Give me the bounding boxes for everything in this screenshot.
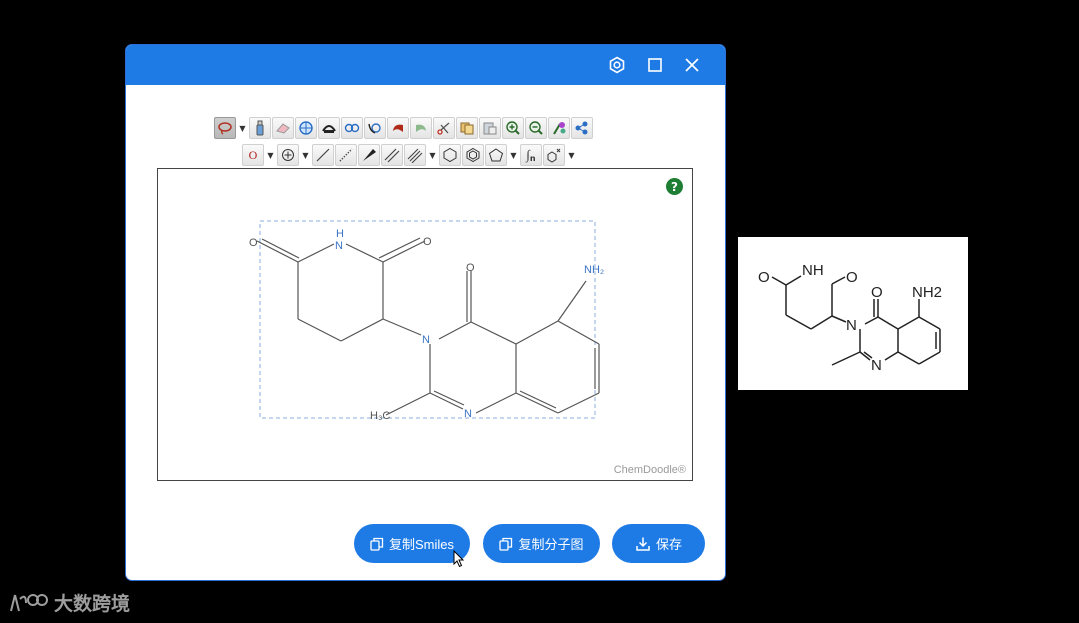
atom-label-text: O <box>248 147 258 162</box>
atom-label-button[interactable]: O <box>242 144 264 166</box>
undo-icon[interactable] <box>387 117 409 139</box>
rotate-right-icon[interactable] <box>364 117 386 139</box>
preview-atom-n3: N <box>846 317 857 334</box>
lasso-dropdown-icon[interactable]: ▼ <box>237 117 248 139</box>
cyclopentane-icon[interactable] <box>485 144 507 166</box>
atom-nh: N <box>335 240 343 252</box>
download-icon <box>636 537 650 551</box>
clean-icon[interactable] <box>548 117 570 139</box>
preview-atom-nh: NH <box>802 262 824 279</box>
rotate-left-icon[interactable] <box>341 117 363 139</box>
molecule-preview: O NH O O NH2 N N <box>738 237 968 390</box>
label-icon[interactable] <box>543 144 565 166</box>
drawing-canvas[interactable]: ? O N H O N O N NH₂ H₃C ChemDoodle® <box>157 168 693 481</box>
preview-atom-o1: O <box>758 269 770 286</box>
logo-icon <box>10 593 48 611</box>
label-dropdown-icon[interactable]: ▼ <box>566 144 577 166</box>
maximize-icon[interactable] <box>641 51 669 79</box>
toolbar-row-1: ▼ <box>214 117 593 139</box>
atom-h: H <box>336 228 344 240</box>
atom-o1: O <box>249 237 258 249</box>
zoom-in-icon[interactable] <box>502 117 524 139</box>
title-bar <box>126 45 725 85</box>
copy-image-button[interactable]: 复制分子图 <box>483 524 600 563</box>
dashed-bond-icon[interactable] <box>335 144 357 166</box>
triple-bond-icon[interactable] <box>404 144 426 166</box>
settings-icon[interactable] <box>603 51 631 79</box>
copy-smiles-label: 复制Smiles <box>388 537 454 552</box>
chain-label: n <box>529 153 536 163</box>
atom-dropdown-icon[interactable]: ▼ <box>265 144 276 166</box>
copy-image-label: 复制分子图 <box>518 537 584 552</box>
copy-icon <box>370 537 384 551</box>
chain-icon[interactable]: ∫ n <box>520 144 542 166</box>
wedge-bond-icon[interactable] <box>358 144 380 166</box>
center-icon[interactable] <box>295 117 317 139</box>
molecule-drawing: O N H O N O N NH₂ H₃C <box>249 220 604 422</box>
redo-icon[interactable] <box>410 117 432 139</box>
atom-o2: O <box>423 236 432 248</box>
chemdoodle-watermark: ChemDoodle® <box>613 464 686 476</box>
ring-dropdown-icon[interactable]: ▼ <box>508 144 519 166</box>
preview-atom-o2: O <box>846 269 858 286</box>
preview-atom-n1: N <box>871 357 882 374</box>
logo-text: 大数跨境 <box>54 593 131 615</box>
copy-icon <box>499 537 513 551</box>
atom-n3: N <box>422 334 430 346</box>
single-bond-icon[interactable] <box>312 144 334 166</box>
atom-nh2: NH₂ <box>584 264 604 276</box>
benzene-icon[interactable] <box>462 144 484 166</box>
preview-drawing: O NH O O NH2 N N <box>758 262 942 374</box>
copy-icon[interactable] <box>456 117 478 139</box>
bond-dropdown-icon[interactable]: ▼ <box>427 144 438 166</box>
brand-logo: 大数跨境 <box>8 589 130 616</box>
selection-box <box>259 220 596 419</box>
molecule-bonds <box>256 237 600 416</box>
atom-n1: N <box>464 408 472 420</box>
atom-ch3: H₃C <box>370 410 390 422</box>
template-icon[interactable] <box>571 117 593 139</box>
close-icon[interactable] <box>678 51 706 79</box>
zoom-out-icon[interactable] <box>525 117 547 139</box>
preview-atom-nh2: NH2 <box>912 284 942 301</box>
atom-o3: O <box>466 262 475 274</box>
paste-icon[interactable] <box>479 117 501 139</box>
mouse-cursor-icon <box>453 550 465 568</box>
save-label: 保存 <box>655 537 682 552</box>
toolbar-row-2: O ▼ ▼ ▼ ▼ ∫ n ▼ <box>242 144 577 166</box>
bottle-icon[interactable] <box>249 117 271 139</box>
molecule-editor-window: ▼ O ▼ ▼ ▼ ▼ ∫ n ▼ ? O N H O N O N NH₂ H₃… <box>126 45 725 580</box>
eraser-icon[interactable] <box>272 117 294 139</box>
charge-icon[interactable] <box>277 144 299 166</box>
double-bond-icon[interactable] <box>381 144 403 166</box>
cut-icon[interactable] <box>433 117 455 139</box>
charge-dropdown-icon[interactable]: ▼ <box>300 144 311 166</box>
flip-icon[interactable] <box>318 117 340 139</box>
save-button[interactable]: 保存 <box>612 524 705 563</box>
preview-atom-o3: O <box>871 284 883 301</box>
cyclohexane-icon[interactable] <box>439 144 461 166</box>
lasso-icon[interactable] <box>214 117 236 139</box>
